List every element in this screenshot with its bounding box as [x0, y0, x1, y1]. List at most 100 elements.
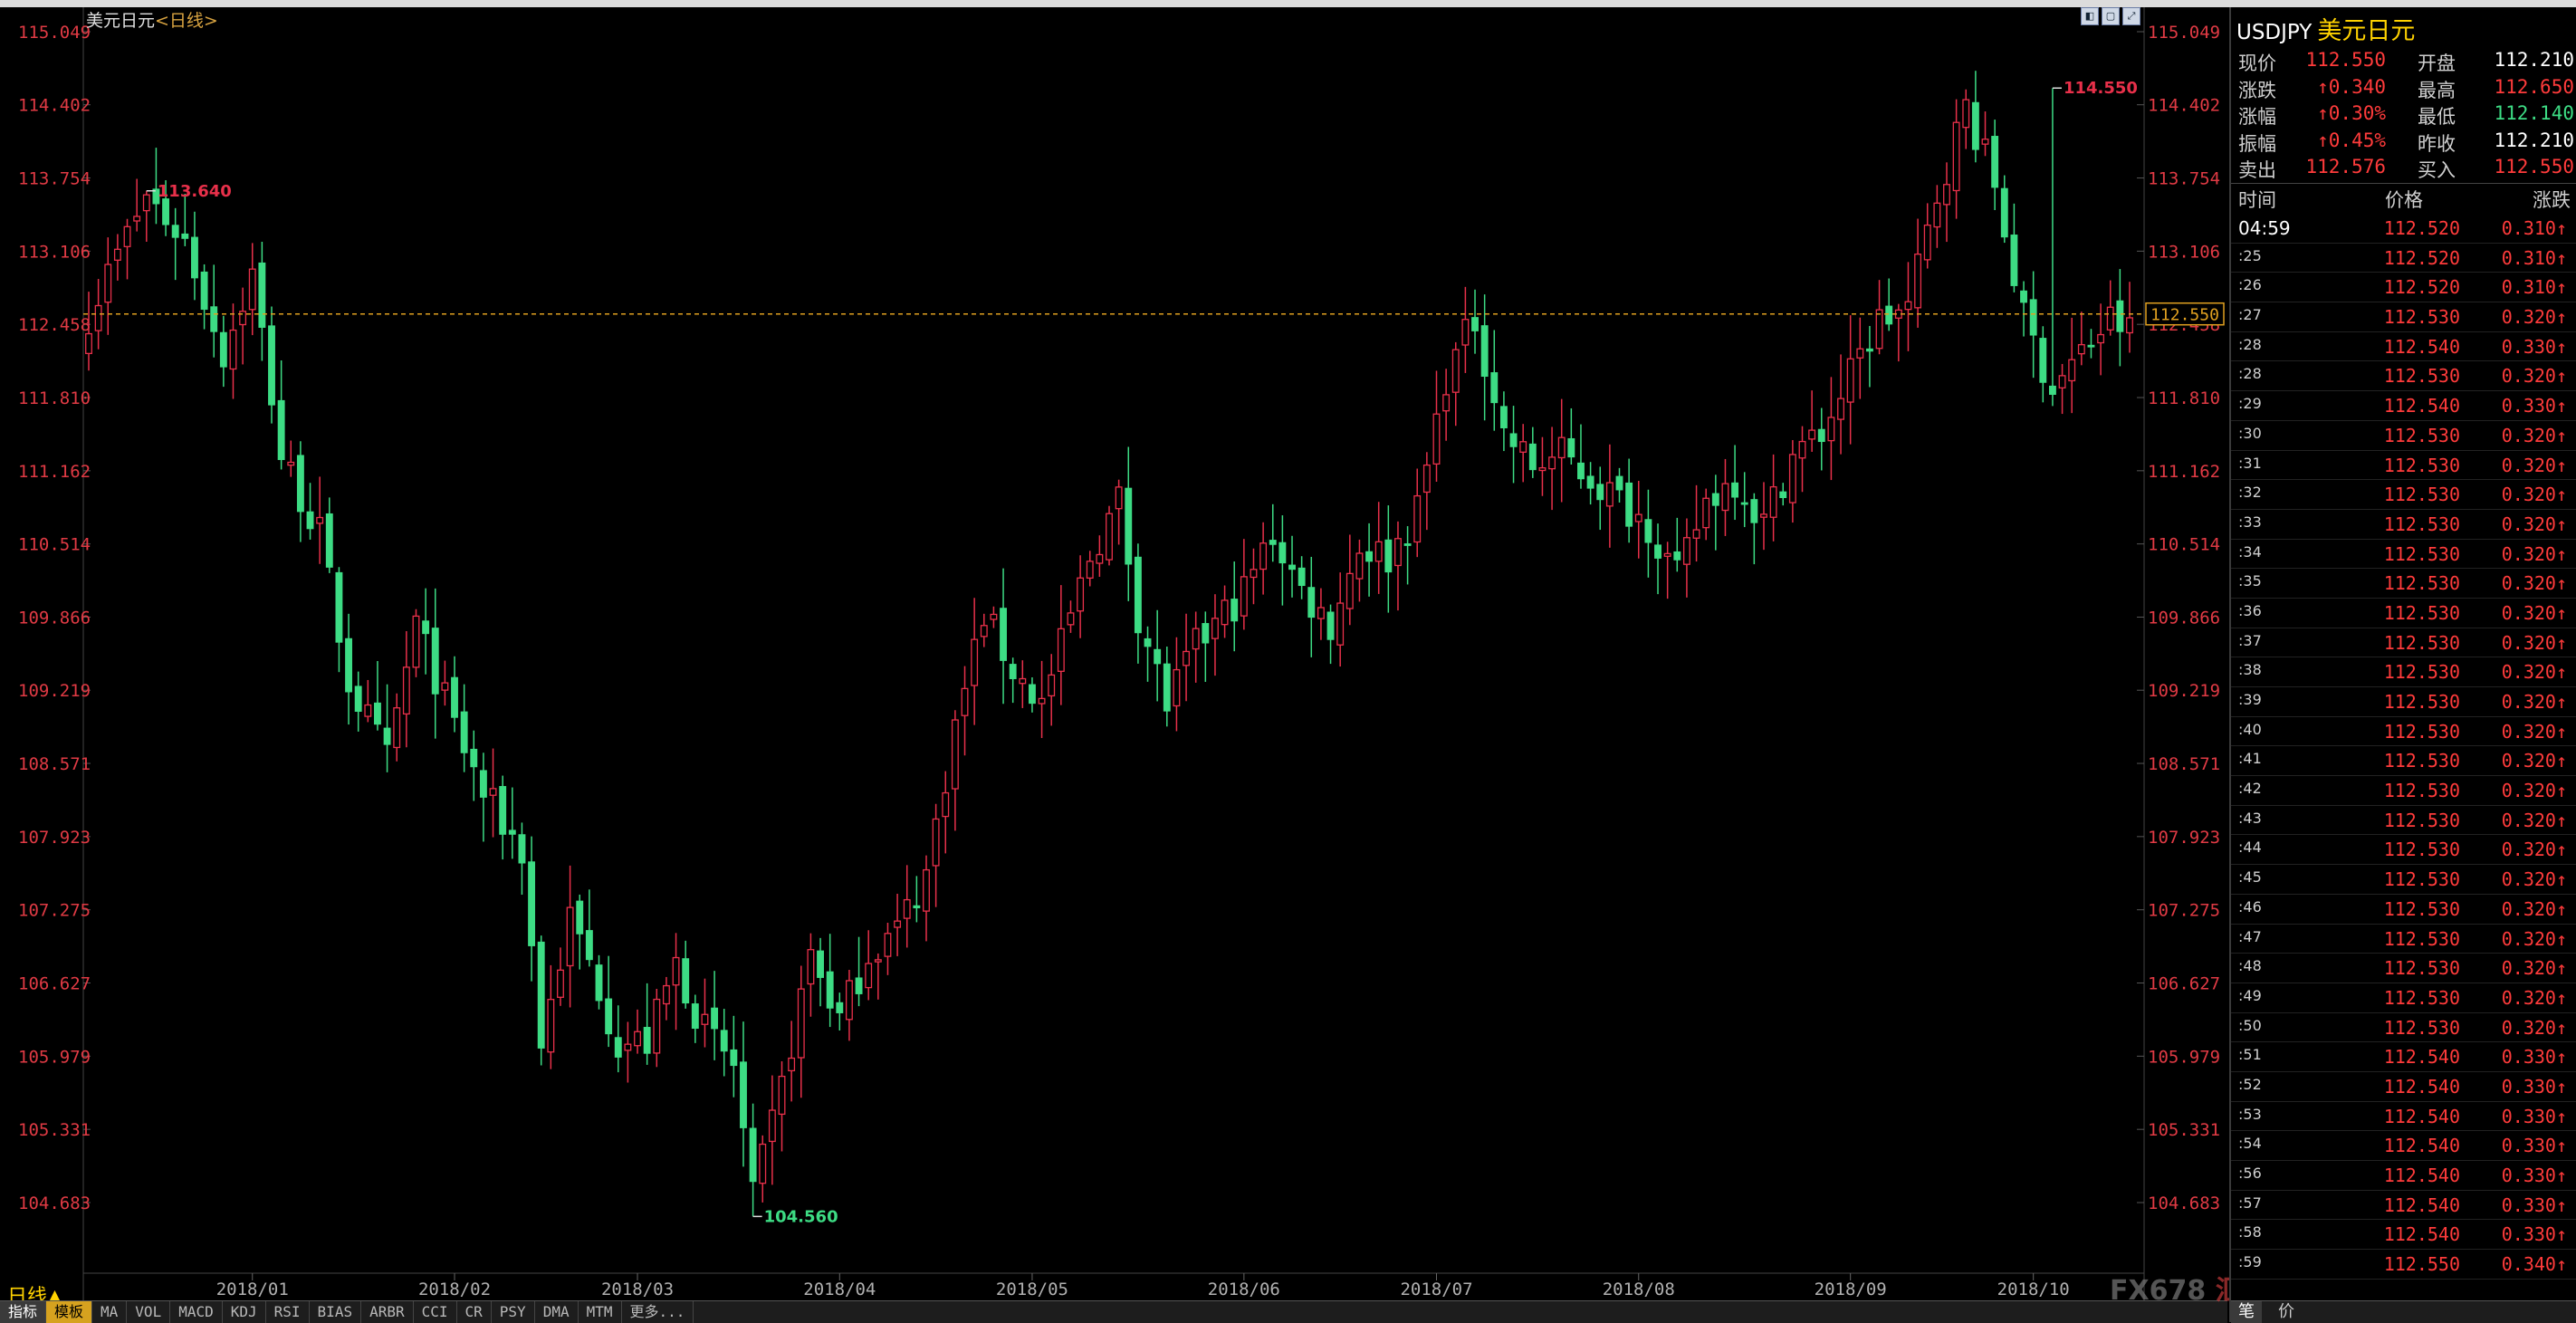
tick-row[interactable]: :45 112.530 0.320↑: [2231, 865, 2576, 895]
candle-body[interactable]: [402, 666, 410, 715]
tick-row[interactable]: :25 112.520 0.310↑: [2231, 244, 2576, 273]
candle-body[interactable]: [2116, 300, 2124, 332]
candle-body[interactable]: [1557, 436, 1566, 459]
candle-body[interactable]: [1202, 623, 1210, 644]
candle-body[interactable]: [1625, 482, 1633, 527]
candle-body[interactable]: [2077, 343, 2085, 355]
tick-row[interactable]: :33 112.530 0.320↑: [2231, 510, 2576, 540]
candle-body[interactable]: [1461, 319, 1470, 346]
candle-body[interactable]: [1991, 136, 1999, 188]
candle-body[interactable]: [229, 329, 237, 370]
candle-body[interactable]: [1856, 348, 1864, 359]
candle-body[interactable]: [894, 920, 902, 928]
candle-body[interactable]: [1422, 464, 1431, 494]
candle-body[interactable]: [1692, 529, 1700, 539]
candle-body[interactable]: [1519, 441, 1527, 453]
candle-body[interactable]: [913, 905, 921, 909]
candle-body[interactable]: [94, 304, 102, 331]
candle-body[interactable]: [1048, 674, 1056, 697]
candle-body[interactable]: [1183, 650, 1191, 666]
tick-row[interactable]: :36 112.530 0.320↑: [2231, 599, 2576, 628]
candle-body[interactable]: [508, 829, 516, 835]
candle-body[interactable]: [1779, 491, 1787, 499]
candle-body[interactable]: [470, 748, 478, 768]
candle-body[interactable]: [1943, 184, 1950, 206]
candle-body[interactable]: [268, 325, 275, 406]
candle-body[interactable]: [865, 963, 873, 989]
candle-body[interactable]: [682, 958, 690, 1004]
candle-body[interactable]: [1355, 552, 1364, 580]
candle-body[interactable]: [1432, 413, 1441, 465]
tab-mtm[interactable]: MTM: [579, 1301, 622, 1323]
candle-body[interactable]: [1914, 254, 1922, 309]
tab-dma[interactable]: DMA: [535, 1301, 579, 1323]
candle-body[interactable]: [1403, 543, 1412, 546]
candle-body[interactable]: [1028, 684, 1036, 705]
tick-list[interactable]: 04:59 112.520 0.310↑:25 112.520 0.310↑:26 112…: [2231, 214, 2576, 1280]
candle-body[interactable]: [643, 1027, 651, 1054]
candle-body[interactable]: [85, 332, 92, 355]
candle-body[interactable]: [1509, 433, 1518, 447]
candle-body[interactable]: [653, 998, 661, 1054]
candle-body[interactable]: [1952, 121, 1960, 192]
candlestick-chart-area[interactable]: 115.049 115.049 114.402 114.402 113.754 113.7…: [0, 7, 2227, 1309]
candle-body[interactable]: [2000, 187, 2008, 238]
tick-row[interactable]: :28 112.540 0.330↑: [2231, 332, 2576, 362]
candle-body[interactable]: [258, 262, 266, 328]
tick-row[interactable]: :31 112.530 0.320↑: [2231, 451, 2576, 481]
candle-body[interactable]: [836, 1002, 844, 1013]
candle-body[interactable]: [1798, 440, 1806, 459]
tick-row[interactable]: :35 112.530 0.320↑: [2231, 569, 2576, 599]
candle-body[interactable]: [1596, 484, 1604, 501]
candle-body[interactable]: [1298, 567, 1306, 587]
candle-body[interactable]: [104, 264, 112, 303]
candle-body[interactable]: [345, 638, 353, 693]
candle-body[interactable]: [566, 906, 574, 967]
tab-vol[interactable]: VOL: [127, 1301, 171, 1323]
candle-body[interactable]: [691, 1003, 699, 1030]
candle-body[interactable]: [1345, 572, 1354, 609]
candle-body[interactable]: [499, 786, 507, 835]
candle-body[interactable]: [460, 711, 468, 753]
candle-body[interactable]: [2058, 375, 2066, 388]
tick-row[interactable]: :39 112.530 0.320↑: [2231, 687, 2576, 717]
candle-body[interactable]: [1923, 224, 1931, 261]
candle-body[interactable]: [1528, 443, 1537, 471]
candle-body[interactable]: [701, 1013, 709, 1025]
candle-body[interactable]: [1336, 602, 1345, 646]
candle-body[interactable]: [1240, 576, 1248, 617]
tick-row[interactable]: :44 112.530 0.320↑: [2231, 835, 2576, 866]
candle-body[interactable]: [826, 971, 834, 1009]
candle-body[interactable]: [942, 791, 950, 818]
candle-body[interactable]: [1740, 502, 1748, 505]
candle-body[interactable]: [662, 984, 670, 1005]
candle-body[interactable]: [768, 1109, 776, 1143]
candle-body[interactable]: [605, 998, 613, 1035]
candle-body[interactable]: [1673, 551, 1681, 561]
candle-body[interactable]: [1827, 417, 1835, 442]
tick-row[interactable]: 04:59 112.520 0.310↑: [2231, 214, 2576, 244]
candle-body[interactable]: [142, 194, 150, 212]
tick-row[interactable]: :54 112.540 0.330↑: [2231, 1131, 2576, 1161]
tab-ma[interactable]: MA: [92, 1301, 128, 1323]
candle-body[interactable]: [720, 1030, 728, 1052]
candle-body[interactable]: [711, 1007, 719, 1030]
maximize-icon[interactable]: ▢: [2102, 7, 2120, 25]
candle-body[interactable]: [576, 900, 584, 935]
candle-body[interactable]: [614, 1037, 622, 1058]
candle-body[interactable]: [788, 1057, 796, 1072]
candle-body[interactable]: [210, 306, 218, 332]
candle-body[interactable]: [354, 685, 362, 713]
tick-row[interactable]: :46 112.530 0.320↑: [2231, 895, 2576, 925]
candle-body[interactable]: [374, 702, 381, 725]
candle-body[interactable]: [1769, 485, 1777, 518]
candle-body[interactable]: [113, 248, 121, 261]
candle-body[interactable]: [903, 898, 911, 919]
candle-body[interactable]: [884, 933, 892, 957]
tick-row[interactable]: :30 112.530 0.320↑: [2231, 421, 2576, 451]
candle-body[interactable]: [1365, 551, 1374, 562]
candle-body[interactable]: [2048, 385, 2056, 395]
candle-body[interactable]: [585, 930, 593, 961]
tick-row[interactable]: :47 112.530 0.320↑: [2231, 925, 2576, 954]
candle-body[interactable]: [1057, 628, 1065, 672]
